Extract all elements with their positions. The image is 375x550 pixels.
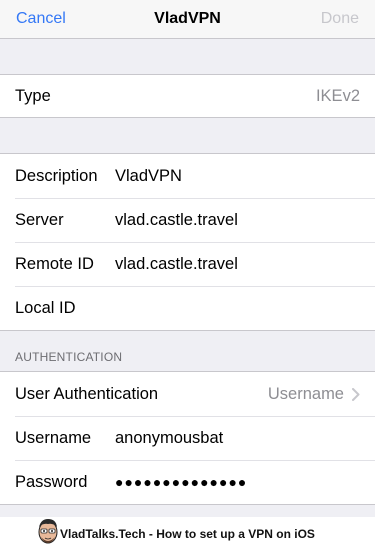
footer-caption: VladTalks.Tech - How to set up a VPN on … <box>60 526 315 541</box>
local-id-row[interactable]: Local ID <box>0 286 375 330</box>
username-row[interactable]: Username anonymousbat <box>0 416 375 460</box>
password-field[interactable]: ●●●●●●●●●●●●●● <box>115 474 360 490</box>
navigation-bar: Cancel VladVPN Done <box>0 0 375 39</box>
description-label: Description <box>15 166 98 185</box>
local-id-label: Local ID <box>15 298 76 317</box>
section-spacer <box>0 39 375 74</box>
settings-content: Type IKEv2 Description VladVPN Server vl… <box>0 39 375 505</box>
done-button[interactable]: Done <box>321 10 359 28</box>
type-value: IKEv2 <box>315 86 360 105</box>
cancel-button[interactable]: Cancel <box>16 10 66 28</box>
remote-id-row[interactable]: Remote ID vlad.castle.travel <box>0 242 375 286</box>
description-row[interactable]: Description VladVPN <box>0 154 375 198</box>
server-field[interactable]: vlad.castle.travel <box>115 211 360 230</box>
user-authentication-value-wrap: Username <box>268 385 360 404</box>
username-label: Username <box>15 428 92 447</box>
password-label: Password <box>15 472 88 491</box>
avatar-cartoon-icon <box>38 519 58 544</box>
user-authentication-label: User Authentication <box>15 384 159 403</box>
chevron-right-icon <box>352 387 360 401</box>
type-label: Type <box>15 86 51 105</box>
config-group: Description VladVPN Server vlad.castle.t… <box>0 153 375 331</box>
server-label: Server <box>15 210 64 229</box>
remote-id-label: Remote ID <box>15 254 94 273</box>
username-field[interactable]: anonymousbat <box>115 429 360 448</box>
watermark-footer: VladTalks.Tech - How to set up a VPN on … <box>0 517 375 550</box>
section-spacer <box>0 118 375 153</box>
type-row[interactable]: Type IKEv2 <box>0 75 375 117</box>
description-field[interactable]: VladVPN <box>115 167 360 186</box>
remote-id-field[interactable]: vlad.castle.travel <box>115 255 360 274</box>
authentication-section-header: AUTHENTICATION <box>15 350 123 364</box>
user-authentication-value: Username <box>267 384 344 403</box>
server-row[interactable]: Server vlad.castle.travel <box>0 198 375 242</box>
type-group: Type IKEv2 <box>0 74 375 118</box>
password-row[interactable]: Password ●●●●●●●●●●●●●● <box>0 460 375 504</box>
authentication-group: User Authentication Username Username an… <box>0 371 375 505</box>
user-authentication-row[interactable]: User Authentication Username <box>0 372 375 416</box>
